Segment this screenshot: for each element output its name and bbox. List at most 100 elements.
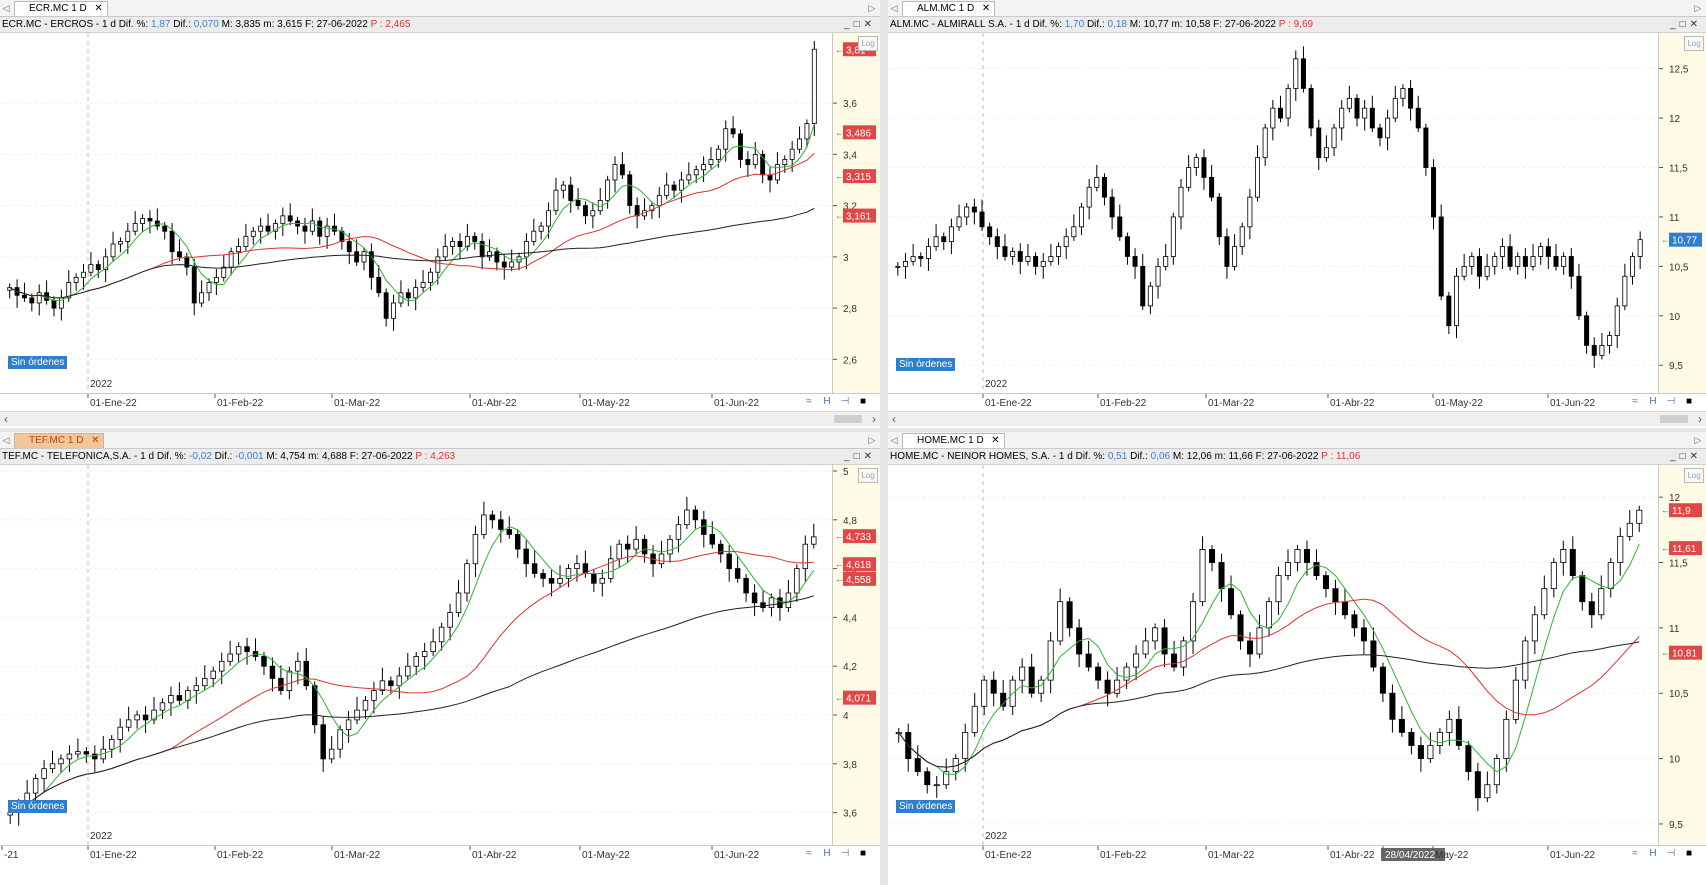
candle-body xyxy=(811,48,817,124)
tab-right-arrow[interactable]: ▷ xyxy=(866,1,878,15)
log-scale-toggle[interactable]: Log xyxy=(1684,36,1704,51)
candle-body xyxy=(442,246,448,258)
candle-body xyxy=(303,660,309,687)
date-axis[interactable]: 01-Ene-22 01-Feb-22 01-Mar-22 01-Abr-22 01-M… xyxy=(888,393,1706,411)
log-scale-toggle[interactable]: Log xyxy=(858,36,878,51)
tab-alm[interactable]: ALM.MC 1 D ✕ xyxy=(902,1,996,16)
date-axis[interactable]: 01-Ene-22 01-Feb-22 01-Mar-22 01-Abr-22 01-M… xyxy=(0,393,880,411)
info-f: 27-06-2022 xyxy=(361,451,413,462)
candle-body xyxy=(948,226,954,243)
color-fill-icon[interactable]: ■ xyxy=(856,395,870,409)
price-tag-arrow: ← xyxy=(1661,235,1670,245)
candle-body xyxy=(88,264,94,273)
price-axis[interactable]: 12 11,5 11 10,5 10 9,5 ← 11,9 ← 11,61 ← 10,81 xyxy=(1658,465,1706,845)
tab-left-arrow[interactable]: ◁ xyxy=(888,1,900,15)
save-layout-icon[interactable]: H xyxy=(1646,847,1660,861)
price-tag-label: 4,558 xyxy=(846,575,871,586)
candle-body xyxy=(956,216,962,228)
indicator-icon[interactable]: ≈ xyxy=(802,395,816,409)
tab-close-icon[interactable]: ✕ xyxy=(991,434,999,448)
scroll-right-icon[interactable]: › xyxy=(1698,412,1702,426)
log-scale-toggle[interactable]: Log xyxy=(1684,468,1704,483)
pin-icon[interactable]: ⊣ xyxy=(1664,847,1678,861)
save-layout-icon[interactable]: H xyxy=(820,395,834,409)
indicator-icon[interactable]: ≈ xyxy=(802,847,816,861)
candle-body xyxy=(176,695,183,701)
horizontal-scrollbar[interactable]: ‹ › xyxy=(888,411,1706,426)
tab-label: HOME.MC 1 D xyxy=(917,435,984,446)
x-tick-label: 01-Ene-22 xyxy=(985,398,1032,409)
candle-body xyxy=(1170,216,1176,257)
candle-body xyxy=(515,534,521,550)
horizontal-splitter[interactable] xyxy=(0,428,1706,432)
save-layout-icon[interactable]: H xyxy=(820,847,834,861)
indicator-icon[interactable]: ≈ xyxy=(1628,847,1642,861)
date-axis[interactable]: 01-Ene-22 01-Feb-22 01-Mar-22 01-Abr-22 28/0… xyxy=(888,845,1706,863)
scrollbar-thumb[interactable] xyxy=(834,415,862,423)
tab-close-icon[interactable]: ✕ xyxy=(94,2,102,16)
tab-close-icon[interactable]: ✕ xyxy=(91,434,99,448)
vertical-splitter[interactable] xyxy=(880,0,888,885)
moving-average-line-ma-slow xyxy=(10,595,814,814)
pin-icon[interactable]: ⊣ xyxy=(838,395,852,409)
save-layout-icon[interactable]: H xyxy=(1646,395,1660,409)
price-axis[interactable]: 3,6 3,4 3,2 3 2,8 2,6 ← 3,81 ← 3,486 ← 3,315 ← 3,161 xyxy=(832,33,880,393)
price-plot[interactable] xyxy=(0,33,832,393)
tab-left-arrow[interactable]: ◁ xyxy=(0,1,12,15)
price-axis[interactable]: 12,5 12 11,5 11 10,5 10 9,5 ← 10,77 xyxy=(1658,33,1706,393)
tab-right-arrow[interactable]: ▷ xyxy=(1692,1,1704,15)
price-plot[interactable] xyxy=(888,33,1658,393)
price-axis[interactable]: 54,84,64,44,243,83,6←4,733←4,618←4,558←4… xyxy=(832,465,880,845)
candle-body xyxy=(658,553,665,565)
no-orders-badge[interactable]: Sin órdenes xyxy=(8,356,68,369)
no-orders-badge[interactable]: Sin órdenes xyxy=(896,358,956,371)
scroll-left-icon[interactable]: ‹ xyxy=(892,412,896,426)
color-fill-icon[interactable]: ■ xyxy=(1682,395,1696,409)
candle-body xyxy=(924,771,931,786)
color-fill-icon[interactable]: ■ xyxy=(1682,847,1696,861)
window-controls[interactable]: _□✕ xyxy=(1670,449,1702,464)
tab-home[interactable]: HOME.MC 1 D ✕ xyxy=(902,433,1005,448)
scroll-right-icon[interactable]: › xyxy=(872,412,876,426)
candle-body xyxy=(941,236,947,243)
price-plot[interactable] xyxy=(0,465,832,845)
price-plot[interactable] xyxy=(888,465,1658,845)
price-axis-svg: 1211,51110,5109,5← 11,9← 11,61← 10,81 xyxy=(1659,493,1702,831)
tab-left-arrow[interactable]: ◁ xyxy=(888,433,900,447)
horizontal-scrollbar[interactable]: ‹ › xyxy=(0,411,880,426)
tab-ecr[interactable]: ECR.MC 1 D ✕ xyxy=(14,1,108,16)
tab-close-icon[interactable]: ✕ xyxy=(982,2,990,16)
color-fill-icon[interactable]: ■ xyxy=(856,847,870,861)
candle-body xyxy=(1104,679,1111,694)
candle-body xyxy=(1277,107,1283,119)
candle-body xyxy=(943,771,950,786)
candle-body xyxy=(568,184,574,201)
window-controls[interactable]: _□✕ xyxy=(1670,17,1702,32)
scrollbar-thumb[interactable] xyxy=(1660,415,1688,423)
tab-right-arrow[interactable]: ▷ xyxy=(866,433,878,447)
indicator-icon[interactable]: ≈ xyxy=(1628,395,1642,409)
log-scale-toggle[interactable]: Log xyxy=(858,468,878,483)
scroll-left-icon[interactable]: ‹ xyxy=(4,412,8,426)
window-controls[interactable]: _□✕ xyxy=(844,17,876,32)
tab-left-arrow[interactable]: ◁ xyxy=(0,433,12,447)
pin-icon[interactable]: ⊣ xyxy=(1664,395,1678,409)
candle-body xyxy=(964,206,970,218)
candle-body xyxy=(1515,256,1521,267)
tab-tef[interactable]: TEF.MC 1 D ✕ xyxy=(14,433,105,448)
candle-body xyxy=(914,758,921,773)
candle-body xyxy=(1071,226,1077,238)
y-tick-label: 12 xyxy=(1669,493,1681,504)
tab-right-arrow[interactable]: ▷ xyxy=(1692,433,1704,447)
y-tick-label: 3,4 xyxy=(843,150,857,161)
pin-icon[interactable]: ⊣ xyxy=(838,847,852,861)
candle-body xyxy=(218,660,225,672)
candle-body xyxy=(804,123,810,140)
window-controls[interactable]: _□✕ xyxy=(844,449,876,464)
date-axis[interactable]: -21 01-Ene-22 01-Feb-22 01-Mar-22 01-Abr-22 0… xyxy=(0,845,880,863)
no-orders-badge[interactable]: Sin órdenes xyxy=(8,800,68,813)
no-orders-badge[interactable]: Sin órdenes xyxy=(896,800,956,813)
info-p-label: P : xyxy=(415,451,428,462)
candle-body xyxy=(1427,745,1434,759)
info-dif-label: Dif.: xyxy=(1086,19,1105,30)
